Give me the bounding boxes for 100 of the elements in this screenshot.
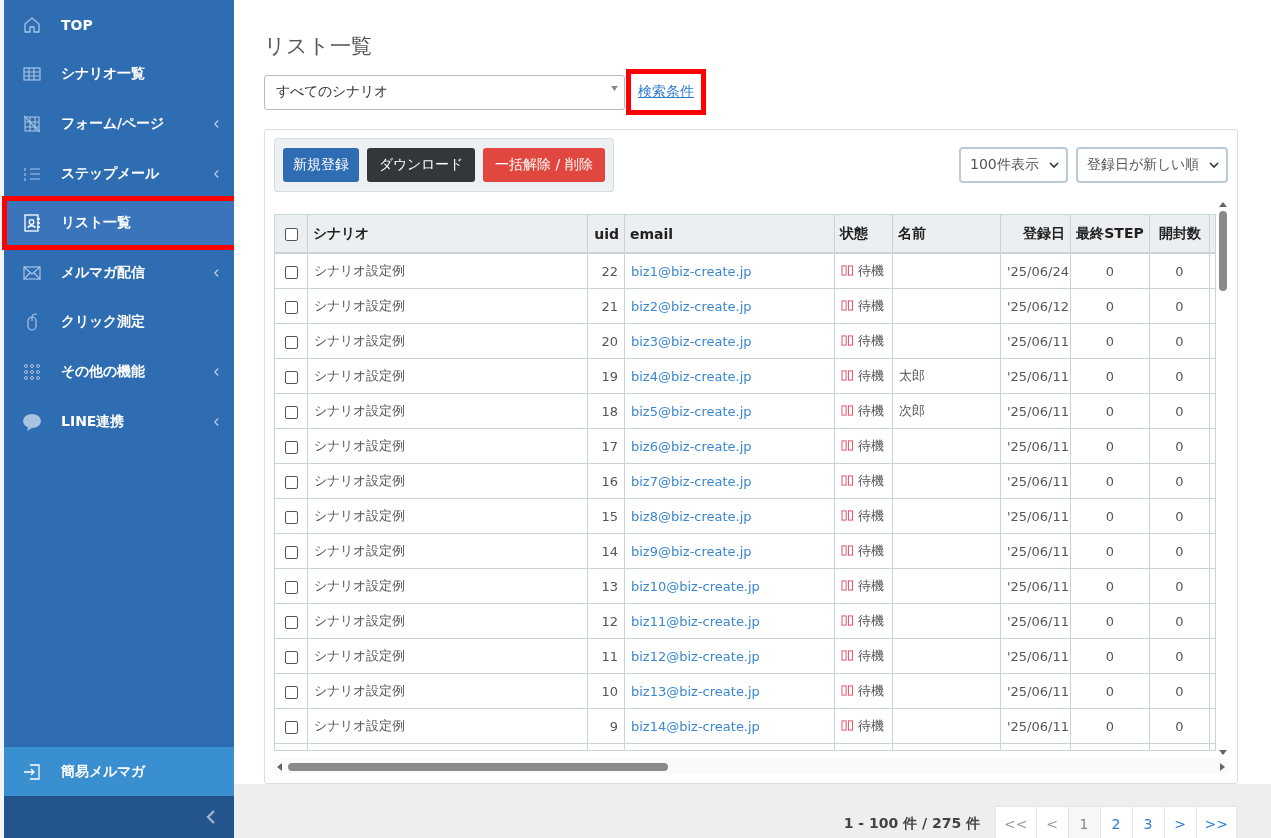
scroll-left-arrow-icon[interactable] bbox=[277, 762, 282, 771]
status-icon bbox=[841, 650, 854, 661]
status-text: 待機 bbox=[858, 718, 884, 733]
sidebar-item[interactable]: クリック測定 bbox=[4, 297, 234, 348]
page-link[interactable]: >> bbox=[1195, 806, 1237, 838]
table-cell: '25/06/11 bbox=[1007, 508, 1069, 524]
status-icon bbox=[841, 580, 854, 591]
status-text: 待機 bbox=[858, 438, 884, 453]
table-cell: '25/06/11 bbox=[1007, 578, 1069, 594]
sidebar-item[interactable]: 簡易メルマガ bbox=[4, 747, 234, 796]
status-icon bbox=[841, 510, 854, 521]
row-checkbox[interactable] bbox=[284, 335, 298, 349]
per-page-dropdown[interactable]: 100件表示 bbox=[959, 147, 1068, 183]
table-cell: 20 bbox=[601, 333, 618, 349]
page-link[interactable]: 1 bbox=[1067, 806, 1101, 838]
table-cell: シナリオ設定例 bbox=[314, 508, 405, 523]
column-header: 名前 bbox=[898, 224, 926, 241]
table-cell: 0 bbox=[1175, 683, 1184, 699]
table-cell: シナリオ設定例 bbox=[314, 648, 405, 663]
table-cell: シナリオ設定例 bbox=[314, 473, 405, 488]
table-cell: 0 bbox=[1105, 438, 1115, 454]
sort-dropdown[interactable]: 登録日が新しい順 bbox=[1076, 147, 1228, 183]
row-checkbox[interactable] bbox=[284, 580, 298, 594]
result-count: 1 - 100 件 / 275 件 bbox=[843, 815, 981, 833]
grid-icon bbox=[22, 114, 42, 134]
sidebar-item[interactable]: メルマガ配信 bbox=[4, 247, 234, 298]
table-cell: 21 bbox=[601, 298, 618, 314]
table-cell: 0 bbox=[1105, 473, 1115, 489]
row-checkbox[interactable] bbox=[284, 510, 298, 524]
scenario-dropdown[interactable]: すべてのシナリオ bbox=[264, 74, 625, 110]
status-icon bbox=[841, 720, 854, 731]
status-text: 待機 bbox=[858, 333, 884, 348]
table-cell: '25/06/11 bbox=[1007, 648, 1069, 664]
row-checkbox[interactable] bbox=[284, 405, 298, 419]
sidebar-item[interactable]: フォーム/ページ bbox=[4, 99, 234, 149]
new-register-button[interactable]: 新規登録 bbox=[283, 148, 359, 182]
dots-grid-icon bbox=[22, 361, 42, 382]
table-cell: 0 bbox=[1105, 333, 1115, 349]
status-text: 待機 bbox=[858, 368, 884, 383]
sidebar-item[interactable]: TOP bbox=[4, 0, 234, 50]
table-cell: 0 bbox=[1105, 543, 1115, 559]
table-cell: 10 bbox=[601, 683, 618, 699]
scroll-right-arrow-icon[interactable] bbox=[1220, 762, 1225, 771]
collapse-button[interactable] bbox=[206, 810, 216, 824]
table-cell: 0 bbox=[1105, 648, 1115, 664]
table-cell: シナリオ設定例 bbox=[314, 543, 405, 558]
scrollbar-thumb[interactable] bbox=[1218, 211, 1227, 291]
table-cell: 22 bbox=[601, 263, 618, 279]
status-icon bbox=[841, 405, 854, 416]
sidebar-item[interactable]: シナリオ一覧 bbox=[4, 49, 234, 100]
select-all-checkbox[interactable] bbox=[284, 228, 298, 241]
row-checkbox[interactable] bbox=[284, 370, 298, 384]
table-cell: 11 bbox=[601, 648, 618, 664]
page-link[interactable]: 2 bbox=[1099, 806, 1133, 838]
table-cell: 17 bbox=[601, 438, 618, 454]
sign-in-icon bbox=[22, 761, 42, 782]
table-cell: '25/06/11 bbox=[1007, 438, 1069, 454]
row-checkbox[interactable] bbox=[284, 300, 298, 314]
row-checkbox[interactable] bbox=[284, 545, 298, 559]
table-cell: 0 bbox=[1105, 508, 1115, 524]
row-checkbox[interactable] bbox=[284, 265, 298, 279]
table-cell: '25/06/11 bbox=[1007, 473, 1069, 489]
page-link[interactable]: 3 bbox=[1131, 806, 1165, 838]
search-conditions-link[interactable]: 検索条件 bbox=[629, 72, 703, 112]
table-cell: 0 bbox=[1175, 333, 1184, 349]
status-icon bbox=[841, 545, 854, 556]
row-checkbox[interactable] bbox=[284, 615, 298, 629]
table-cell: シナリオ設定例 bbox=[314, 263, 405, 278]
row-checkbox[interactable] bbox=[284, 720, 298, 734]
row-checkbox[interactable] bbox=[284, 475, 298, 489]
contact-icon bbox=[22, 213, 42, 234]
sidebar-item[interactable]: LINE連携 bbox=[4, 396, 234, 447]
table-cell: 0 bbox=[1175, 263, 1184, 279]
sidebar-item[interactable]: リスト一覧 bbox=[4, 198, 237, 248]
table-cell: シナリオ設定例 bbox=[314, 368, 405, 383]
scroll-down-arrow-icon[interactable] bbox=[1218, 750, 1227, 755]
chevron-left-icon bbox=[206, 810, 216, 824]
status-text: 待機 bbox=[858, 578, 884, 593]
table-cell: 0 bbox=[1175, 473, 1184, 489]
row-checkbox[interactable] bbox=[284, 650, 298, 664]
row-checkbox[interactable] bbox=[284, 440, 298, 454]
delete-button[interactable]: 一括解除 / 削除 bbox=[483, 148, 605, 182]
scroll-up-arrow-icon[interactable] bbox=[1218, 202, 1227, 207]
row-checkbox[interactable] bbox=[284, 685, 298, 699]
table-cell: 0 bbox=[1175, 718, 1184, 734]
table-cell: 16 bbox=[601, 473, 618, 489]
scrollbar-thumb[interactable] bbox=[288, 762, 668, 771]
sidebar-item[interactable]: その他の機能 bbox=[4, 347, 234, 397]
table-cell: 0 bbox=[1105, 613, 1115, 629]
table-cell: '25/06/24 bbox=[1007, 263, 1069, 279]
table-cell: 0 bbox=[1175, 543, 1184, 559]
table-cell: '25/06/11 bbox=[1007, 333, 1069, 349]
page-link[interactable]: > bbox=[1163, 806, 1197, 838]
table-cell: シナリオ設定例 bbox=[314, 403, 405, 418]
status-text: 待機 bbox=[858, 508, 884, 523]
sidebar-item[interactable]: ステップメール bbox=[4, 148, 234, 199]
table-cell: 0 bbox=[1175, 438, 1184, 454]
horizontal-scrollbar[interactable] bbox=[274, 759, 1228, 774]
download-button[interactable]: ダウンロード bbox=[367, 148, 475, 182]
table-cell: 0 bbox=[1175, 403, 1184, 419]
